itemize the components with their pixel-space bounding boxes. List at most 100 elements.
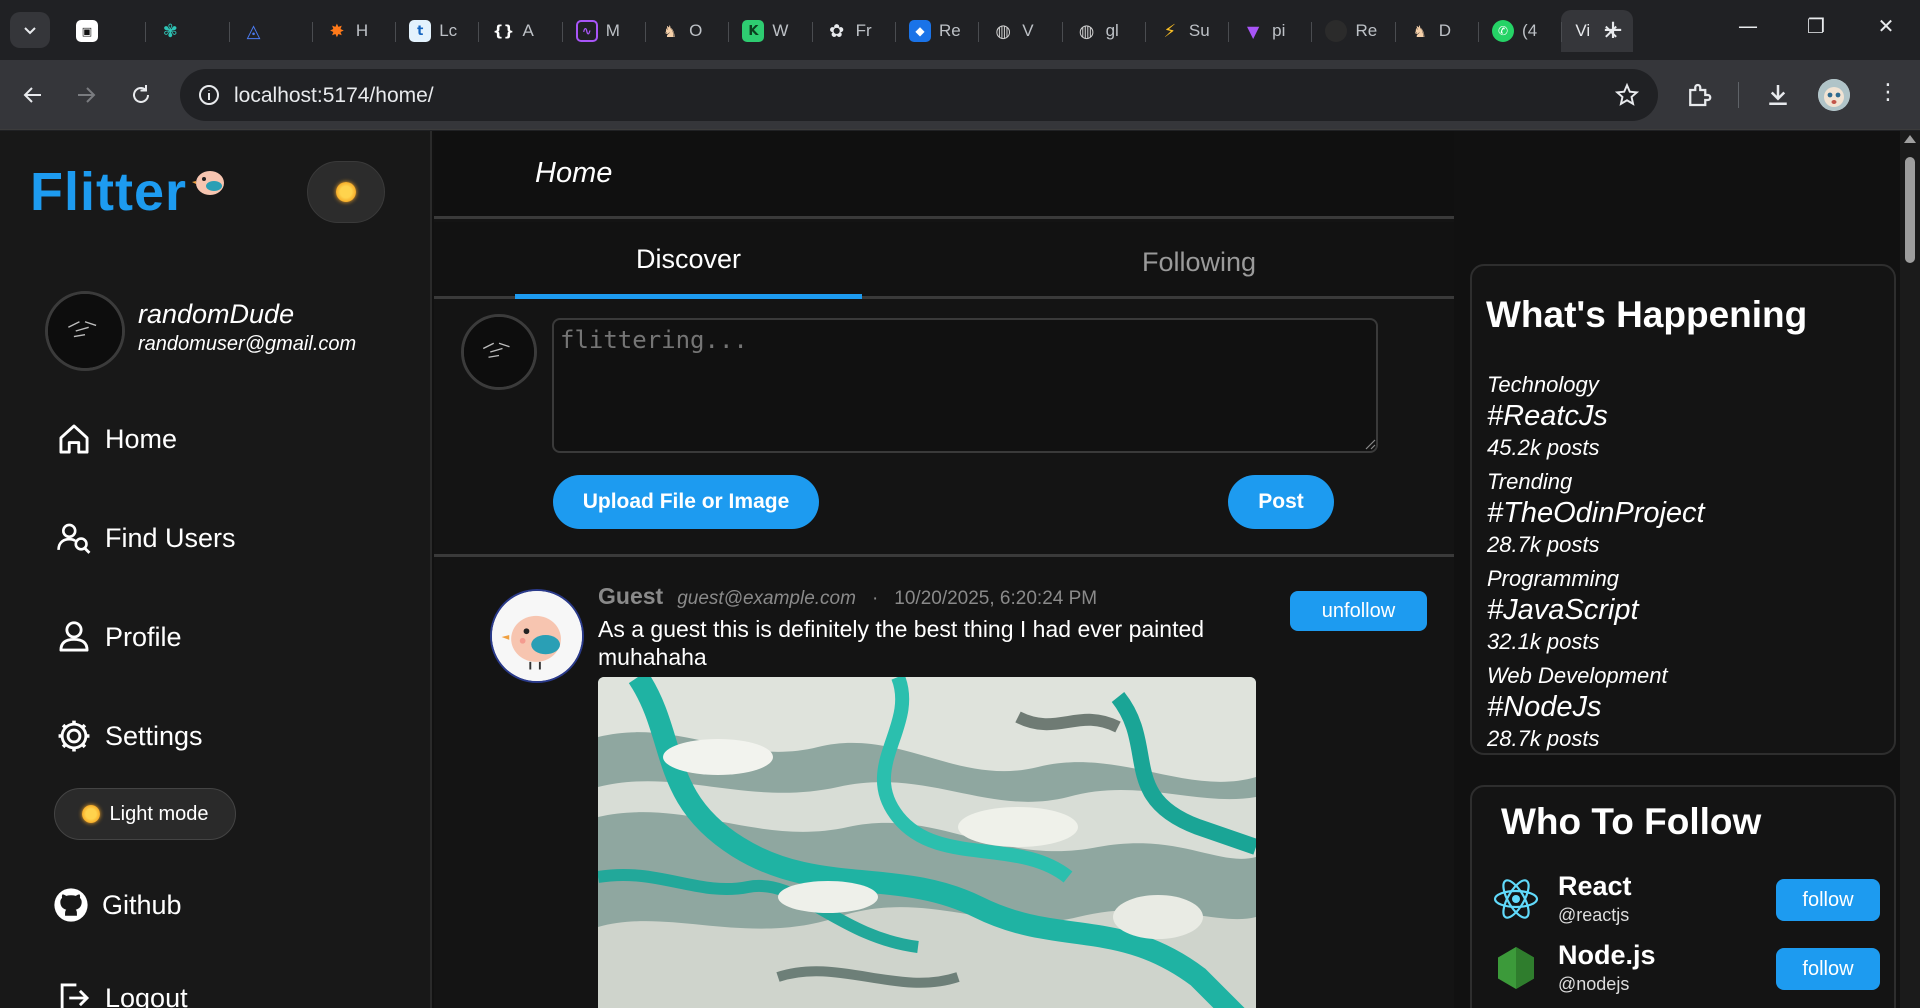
t-letter-icon: t [409, 20, 432, 42]
minimize-icon[interactable]: — [1728, 14, 1768, 46]
resize-handle-icon[interactable] [1364, 438, 1376, 450]
sidebar-item-home[interactable]: Home [55, 414, 177, 464]
user-icon [59, 621, 89, 652]
restore-icon[interactable]: ❐ [1796, 14, 1836, 46]
unfollow-button[interactable]: unfollow [1290, 591, 1427, 631]
page-scrollbar[interactable] [1900, 131, 1920, 1008]
post-text-input[interactable] [552, 318, 1378, 453]
scroll-thumb[interactable] [1905, 157, 1915, 263]
trend-hashtag[interactable]: #NodeJs [1487, 691, 1668, 724]
sidebar-item-github[interactable]: Github [52, 880, 182, 930]
browser-tabstrip: ▣ ✾ ◬ ✸ H t Lc {} A ∿ M ♞ O KW ✿ Fr ◆ Re ◍ V ◍ gl… [0, 0, 1920, 60]
sidebar-item-profile[interactable]: Profile [55, 612, 182, 662]
scroll-up-arrow-icon[interactable] [1904, 135, 1916, 143]
feed-tabs: Discover Following [434, 222, 1454, 300]
who-to-follow-title: Who To Follow [1501, 801, 1762, 842]
chart-icon: ∿ [575, 20, 598, 42]
download-icon[interactable] [1763, 80, 1793, 110]
browser-tab[interactable]: ▣ [62, 10, 145, 52]
post-button[interactable]: Post [1228, 475, 1334, 529]
browser-tab[interactable]: ✿ Fr [811, 10, 895, 52]
follow-button[interactable]: follow [1776, 879, 1880, 921]
post-author-name[interactable]: Guest [598, 583, 663, 610]
trend-item[interactable]: Programming #JavaScript 32.1k posts [1487, 566, 1639, 655]
forward-button[interactable] [68, 77, 104, 113]
theme-toggle-button[interactable] [307, 161, 385, 223]
trend-item[interactable]: Web Development #NodeJs 28.7k posts [1487, 663, 1668, 752]
browser-tab[interactable]: ◬ [228, 10, 312, 52]
site-info-icon[interactable] [197, 83, 221, 107]
reload-button[interactable] [123, 77, 159, 113]
browser-tab[interactable]: ⚡ Su [1144, 10, 1228, 52]
sun-icon [336, 182, 356, 202]
left-sidebar: Flitter randomDude randomuser@gmail.com … [0, 131, 432, 1008]
trend-item[interactable]: Trending #TheOdinProject 28.7k posts [1487, 469, 1705, 558]
browser-tab[interactable]: ◆ Re [894, 10, 978, 52]
trend-hashtag[interactable]: #JavaScript [1487, 594, 1639, 627]
follow-suggestion: React @reactjs follow [1492, 871, 1882, 931]
post-meta: Guest guest@example.com · 10/20/2025, 6:… [598, 583, 1097, 610]
trend-count: 28.7k posts [1487, 726, 1600, 751]
post-author-avatar[interactable] [490, 589, 584, 683]
post-composer: Upload File or Image Post [434, 299, 1454, 557]
tab-discover[interactable]: Discover [636, 244, 741, 275]
sidebar-item-logout[interactable]: Logout [55, 973, 188, 1008]
browser-tab[interactable]: Re [1311, 10, 1394, 52]
upload-file-button[interactable]: Upload File or Image [553, 475, 819, 529]
browser-tab[interactable]: ∿ M [561, 10, 645, 52]
close-window-icon[interactable]: ✕ [1866, 14, 1906, 46]
post-timestamp: 10/20/2025, 6:20:24 PM [894, 588, 1098, 609]
suggestion-handle: @reactjs [1558, 905, 1630, 925]
sun-icon [81, 805, 100, 823]
sidebar-item-find-users[interactable]: Find Users [55, 513, 236, 563]
home-icon [59, 424, 89, 454]
web-page: Flitter randomDude randomuser@gmail.com … [0, 131, 1920, 1008]
sidebar-item-settings[interactable]: Settings [55, 711, 203, 761]
suggestion-name[interactable]: React [1558, 871, 1632, 902]
browser-tab[interactable]: ♞ D [1394, 10, 1478, 52]
browser-tab[interactable]: ✸ H [311, 10, 395, 52]
browser-tab[interactable]: t Lc [395, 10, 478, 52]
sidebar-item-label: Logout [105, 982, 188, 1008]
browser-tab[interactable]: {} A [478, 10, 561, 52]
tab-following[interactable]: Following [1142, 247, 1256, 278]
profile-avatar[interactable] [1818, 79, 1850, 111]
trend-hashtag[interactable]: #TheOdinProject [1487, 497, 1705, 530]
post-image[interactable] [598, 677, 1256, 1008]
new-tab-button[interactable]: + [1598, 16, 1628, 46]
post-card[interactable]: Guest guest@example.com · 10/20/2025, 6:… [434, 557, 1454, 1008]
post-text: As a guest this is definitely the best t… [598, 616, 1205, 670]
vite-icon: ▼ [1247, 21, 1260, 41]
browser-tab[interactable]: ▼ pi [1228, 10, 1311, 52]
browser-tab[interactable]: ◍ gl [1061, 10, 1145, 52]
bolt-icon: ⚡ [1163, 20, 1177, 42]
suggestion-name[interactable]: Node.js [1558, 940, 1656, 971]
tab-search-button[interactable] [10, 12, 50, 48]
trend-hashtag[interactable]: #ReatcJs [1487, 400, 1608, 433]
reload-icon [133, 85, 149, 103]
meta-separator: · [871, 588, 879, 609]
toolbar-divider [1738, 82, 1739, 108]
trend-count: 32.1k posts [1487, 629, 1600, 654]
light-mode-button[interactable]: Light mode [54, 788, 236, 840]
browser-tab[interactable]: ✾ [145, 10, 228, 52]
trend-count: 28.7k posts [1487, 532, 1600, 557]
browser-tab[interactable]: ✆ (4 [1478, 10, 1561, 52]
follow-button[interactable]: follow [1776, 948, 1880, 990]
bookmark-star-icon[interactable] [1614, 82, 1640, 108]
browser-tab[interactable]: KW [728, 10, 811, 52]
back-button[interactable] [15, 77, 51, 113]
menu-kebab-icon[interactable]: ⋮ [1877, 80, 1899, 110]
trend-category: Programming [1487, 566, 1620, 591]
url-text[interactable]: localhost:5174/home/ [234, 84, 434, 108]
app-logo[interactable]: Flitter [30, 161, 187, 223]
browser-tab[interactable]: ◍ V [978, 10, 1061, 52]
user-profile-card[interactable]: randomDude randomuser@gmail.com [45, 291, 405, 371]
browser-tab[interactable]: ♞ O [645, 10, 728, 52]
follow-suggestion: Node.js @nodejs follow [1492, 940, 1882, 1000]
browser-toolbar: localhost:5174/home/ ⋮ [0, 60, 1920, 130]
extensions-icon[interactable] [1684, 80, 1714, 110]
trend-item[interactable]: Technology #ReatcJs 45.2k posts [1487, 372, 1608, 461]
nodejs-logo-icon [1498, 947, 1534, 989]
address-bar[interactable]: localhost:5174/home/ [180, 69, 1658, 121]
